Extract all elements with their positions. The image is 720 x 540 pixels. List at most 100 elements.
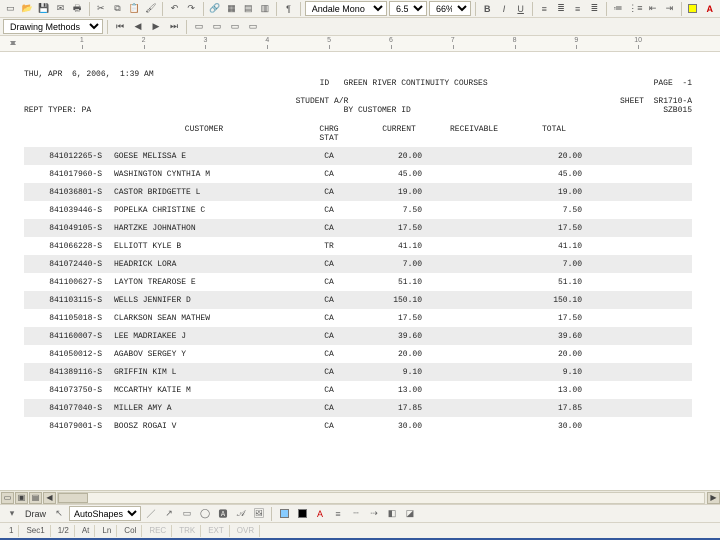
paste-icon[interactable]: 📋 [127,1,142,17]
new-doc-icon[interactable]: ▭ [3,1,18,17]
shadow-icon[interactable]: ◧ [384,506,400,522]
save-icon[interactable]: 💾 [36,1,51,17]
font-size-select[interactable]: 6.5 [389,1,427,16]
db-misc2-icon[interactable]: ▭ [209,19,225,35]
autoshapes-select[interactable]: AutoShapes [69,506,141,521]
report-title-2: STUDENT A/R [296,97,349,106]
bullets-icon[interactable]: ⋮≡ [627,1,643,17]
excel-icon[interactable]: ▤ [241,1,256,17]
report-header-2: STUDENT A/R SHEET SR1710-A [24,97,692,106]
col-chrg-stat: CHRG STAT [294,125,364,143]
undo-icon[interactable]: ↶ [167,1,182,17]
cell-stat: CA [294,170,364,179]
print-icon[interactable]: 🖶 [70,1,85,17]
rept-type: REPT TYPER: PA [24,106,91,115]
dash-style-icon[interactable]: ┄ [348,506,364,522]
table-row: 841072440-SHEADRICK LORACA7.007.00 [24,255,692,273]
cell-id: 841079001-S [24,422,114,431]
format-painter-icon[interactable]: 🖌 [144,1,159,17]
scroll-track[interactable] [57,492,705,504]
font-color-icon[interactable]: A [702,1,717,17]
status-bar: 1 Sec 1 1/2 At Ln Col REC TRK EXT OVR [0,522,720,538]
copy-icon[interactable]: ⧉ [110,1,125,17]
sheet-label: SHEET [620,97,644,106]
line-style-icon[interactable]: ≡ [330,506,346,522]
table-icon[interactable]: ▦ [224,1,239,17]
drawing-methods-select[interactable]: Drawing Methods [3,19,103,34]
oval-icon[interactable]: ◯ [197,506,213,522]
table-row: 841100627-SLAYTON TREAROSE ECA51.1051.10 [24,273,692,291]
db-nav-last-icon[interactable]: ⏭ [166,19,182,35]
table-row: 841103115-SWELLS JENNIFER DCA150.10150.1… [24,291,692,309]
view-normal-icon[interactable]: ▭ [1,492,14,504]
table-row: 841066228-SELLIOTT KYLE BTR41.1041.10 [24,237,692,255]
three-d-icon[interactable]: ◪ [402,506,418,522]
cell-total: 39.60 [514,332,594,341]
outdent-icon[interactable]: ⇤ [645,1,660,17]
wordart-icon[interactable]: 𝒜 [233,506,249,522]
clipart-icon[interactable]: 🖼 [251,506,267,522]
cut-icon[interactable]: ✂ [93,1,108,17]
line-icon[interactable]: ／ [143,506,159,522]
justify-icon[interactable]: ≣ [587,1,602,17]
db-misc1-icon[interactable]: ▭ [191,19,207,35]
cell-stat: CA [294,350,364,359]
columns-icon[interactable]: ▥ [258,1,273,17]
cell-total: 19.00 [514,188,594,197]
indent-marker-icon[interactable] [10,38,17,48]
cell-name: POPELKA CHRISTINE C [114,206,294,215]
scroll-thumb[interactable] [58,493,88,503]
font-select[interactable]: Andale Mono [305,1,387,16]
table-row: 841017960-SWASHINGTON CYNTHIA MCA45.0045… [24,165,692,183]
db-misc3-icon[interactable]: ▭ [227,19,243,35]
col-receivable: RECEIVABLE [434,125,514,143]
bold-icon[interactable]: B [480,1,495,17]
rectangle-icon[interactable]: ▭ [179,506,195,522]
scroll-right-icon[interactable]: ▶ [707,492,720,504]
open-icon[interactable]: 📂 [20,1,35,17]
db-misc4-icon[interactable]: ▭ [245,19,261,35]
line-color-icon[interactable] [294,506,310,522]
page-number: -1 [682,79,692,88]
scroll-left-icon[interactable]: ◀ [43,492,56,504]
report-datetime: THU, APR 6, 2006, 1:39 AM [24,70,154,97]
db-nav-prev-icon[interactable]: ◀ [130,19,146,35]
align-left-icon[interactable]: ≡ [537,1,552,17]
arrow-icon[interactable]: ↗ [161,506,177,522]
zoom-select[interactable]: 66% [429,1,471,16]
align-center-icon[interactable]: ≣ [554,1,569,17]
underline-icon[interactable]: U [513,1,528,17]
textbox-icon[interactable]: 🅰 [215,506,231,522]
view-layout-icon[interactable]: ▣ [15,492,28,504]
cell-stat: CA [294,224,364,233]
db-nav-next-icon[interactable]: ▶ [148,19,164,35]
db-nav-first-icon[interactable]: ⏮ [112,19,128,35]
mail-icon[interactable]: ✉ [53,1,68,17]
indent-icon[interactable]: ⇥ [662,1,677,17]
redo-icon[interactable]: ↷ [184,1,199,17]
show-para-icon[interactable]: ¶ [281,1,296,17]
cell-total: 150.10 [514,296,594,305]
cell-total: 20.00 [514,350,594,359]
cell-current: 17.50 [364,224,434,233]
cell-stat: CA [294,368,364,377]
fill-color-icon[interactable] [276,506,292,522]
font-color-2-icon[interactable]: A [312,506,328,522]
document-area[interactable]: THU, APR 6, 2006, 1:39 AM ID GREEN RIVER… [0,52,720,490]
cell-current: 17.85 [364,404,434,413]
cell-name: CASTOR BRIDGETTE L [114,188,294,197]
cell-total: 17.50 [514,224,594,233]
view-outline-icon[interactable]: ▤ [29,492,42,504]
draw-menu-icon[interactable]: ▾ [4,506,20,522]
align-right-icon[interactable]: ≡ [570,1,585,17]
italic-icon[interactable]: I [497,1,512,17]
select-objects-icon[interactable]: ↖ [51,506,67,522]
hyperlink-icon[interactable]: 🔗 [207,1,222,17]
draw-label[interactable]: Draw [22,509,49,519]
cell-id: 841072440-S [24,260,114,269]
numbering-icon[interactable]: ≔ [611,1,626,17]
highlight-icon[interactable] [686,1,701,17]
cell-current: 17.50 [364,314,434,323]
table-row: 841049105-SHARTZKE JOHNATHONCA17.5017.50 [24,219,692,237]
arrow-style-icon[interactable]: ⇢ [366,506,382,522]
